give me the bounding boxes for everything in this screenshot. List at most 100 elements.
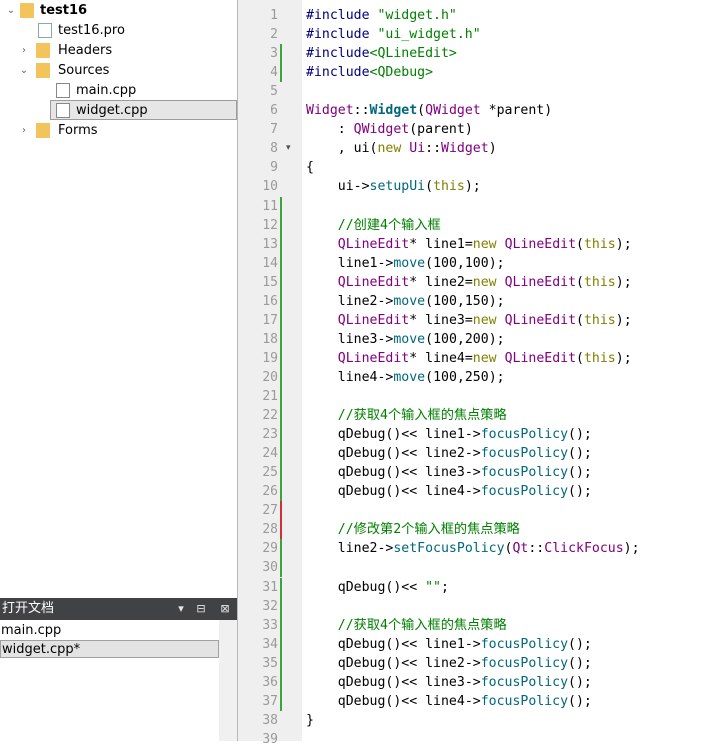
- change-marker: [280, 425, 282, 445]
- line-number: 15: [262, 274, 278, 290]
- code-line[interactable]: : QWidget(parent): [306, 120, 473, 139]
- code-line[interactable]: #include<QDebug>: [306, 63, 433, 82]
- open-doc-main-cpp[interactable]: main.cpp: [0, 622, 61, 640]
- header-folder-icon: [36, 43, 50, 58]
- change-marker: [280, 367, 282, 387]
- line-number: 17: [262, 312, 278, 328]
- code-line[interactable]: qDebug()<< line3->focusPolicy();: [306, 673, 592, 692]
- code-line[interactable]: qDebug()<< line4->focusPolicy();: [306, 482, 592, 501]
- line-number: 27: [262, 503, 278, 519]
- line-number: 19: [262, 350, 278, 366]
- project-panel: ⌄ test16 test16.pro › Headers ⌄ Sources …: [0, 0, 237, 741]
- widget-cpp-label: widget.cpp: [76, 103, 148, 118]
- code-line[interactable]: QLineEdit* line3=new QLineEdit(this);: [306, 311, 632, 330]
- line-number: 28: [262, 522, 278, 538]
- qt-project-file-icon: [38, 23, 52, 38]
- code-line[interactable]: qDebug()<< line4->focusPolicy();: [306, 692, 592, 711]
- line-number: 39: [262, 731, 278, 747]
- headers-label: Headers: [58, 43, 113, 58]
- chevron-right-icon[interactable]: ›: [18, 121, 30, 140]
- code-line[interactable]: qDebug()<< line2->focusPolicy();: [306, 444, 592, 463]
- change-marker: [280, 348, 282, 368]
- chevron-right-icon[interactable]: ›: [18, 41, 30, 60]
- line-number: 7: [270, 122, 278, 138]
- code-line[interactable]: , ui(new Ui::Widget): [306, 139, 497, 158]
- code-line[interactable]: line2->setFocusPolicy(Qt::ClickFocus);: [306, 539, 640, 558]
- code-line[interactable]: line1->move(100,100);: [306, 254, 505, 273]
- change-marker: [280, 691, 282, 711]
- dropdown-icon[interactable]: ▾: [174, 598, 188, 620]
- tree-item-widget-cpp[interactable]: widget.cpp: [50, 100, 237, 120]
- code-line[interactable]: #include "widget.h": [306, 6, 457, 25]
- code-line[interactable]: //修改第2个输入框的焦点策略: [306, 520, 520, 539]
- open-documents-title: 打开文档: [2, 601, 55, 616]
- code-line[interactable]: line3->move(100,200);: [306, 330, 505, 349]
- project-tree: ⌄ test16 test16.pro › Headers ⌄ Sources …: [0, 0, 237, 590]
- change-marker: [280, 520, 282, 540]
- line-number: 3: [270, 46, 278, 62]
- close-panel-icon[interactable]: ⊠: [217, 598, 233, 620]
- change-marker: [280, 291, 282, 311]
- forms-folder-icon: [36, 123, 50, 138]
- open-doc-widget-cpp[interactable]: widget.cpp*: [0, 640, 219, 658]
- code-line[interactable]: QLineEdit* line1=new QLineEdit(this);: [306, 235, 632, 254]
- line-number: 20: [262, 369, 278, 385]
- split-icon[interactable]: ⊟: [193, 598, 209, 620]
- code-line[interactable]: #include "ui_widget.h": [306, 25, 481, 44]
- code-line[interactable]: qDebug()<< line1->focusPolicy();: [306, 635, 592, 654]
- chevron-down-icon[interactable]: ⌄: [5, 1, 17, 20]
- tree-item-forms[interactable]: › Forms: [0, 121, 237, 140]
- main-cpp-label: main.cpp: [76, 83, 137, 98]
- chevron-down-icon[interactable]: ⌄: [18, 61, 30, 80]
- change-marker: [280, 596, 282, 616]
- code-line[interactable]: }: [306, 711, 314, 730]
- cpp-file-icon: [56, 103, 70, 118]
- change-marker: [280, 387, 282, 406]
- code-line[interactable]: qDebug()<< "";: [306, 578, 449, 597]
- change-marker: [280, 406, 282, 426]
- code-line[interactable]: QLineEdit* line2=new QLineEdit(this);: [306, 273, 632, 292]
- line-number: 4: [270, 65, 278, 81]
- line-number: 18: [262, 331, 278, 347]
- sources-label: Sources: [58, 63, 110, 78]
- change-marker: [280, 444, 282, 464]
- code-line[interactable]: line2->move(100,150);: [306, 292, 505, 311]
- change-marker: [280, 482, 282, 502]
- forms-label: Forms: [58, 123, 98, 138]
- code-line[interactable]: line4->move(100,250);: [306, 368, 505, 387]
- line-number: 11: [262, 198, 278, 214]
- code-line[interactable]: qDebug()<< line1->focusPolicy();: [306, 425, 592, 444]
- code-line[interactable]: {: [306, 158, 314, 177]
- line-number: 14: [262, 255, 278, 271]
- line-number: 13: [262, 236, 278, 252]
- tree-item-project[interactable]: ⌄ test16: [0, 1, 237, 20]
- tree-item-pro-file[interactable]: test16.pro: [0, 21, 237, 40]
- folder-icon: [20, 3, 34, 18]
- code-line[interactable]: qDebug()<< line3->focusPolicy();: [306, 463, 592, 482]
- code-line[interactable]: Widget::Widget(QWidget *parent): [306, 101, 552, 120]
- change-marker: [280, 501, 282, 521]
- code-line[interactable]: ui->setupUi(this);: [306, 177, 481, 196]
- open-documents-header: 打开文档 ▾ ⊟ ⊠: [0, 598, 237, 620]
- code-line[interactable]: QLineEdit* line4=new QLineEdit(this);: [306, 349, 632, 368]
- tree-item-sources[interactable]: ⌄ Sources: [0, 61, 237, 80]
- code-line[interactable]: //获取4个输入框的焦点策略: [306, 406, 507, 425]
- cpp-file-icon: [56, 83, 70, 98]
- tree-item-main-cpp[interactable]: main.cpp: [0, 81, 237, 100]
- code-line[interactable]: #include<QLineEdit>: [306, 44, 457, 63]
- code-line[interactable]: qDebug()<< line2->focusPolicy();: [306, 654, 592, 673]
- line-number: 5: [270, 84, 278, 100]
- pro-file-label: test16.pro: [58, 23, 125, 38]
- open-documents-scrollbar[interactable]: [219, 620, 237, 741]
- line-number: 1: [270, 8, 278, 23]
- fold-arrow-icon[interactable]: ▾: [286, 139, 296, 158]
- line-number: 21: [262, 389, 278, 404]
- line-number: 38: [262, 712, 278, 728]
- line-number: 2: [270, 27, 278, 43]
- code-line[interactable]: //创建4个输入框: [306, 216, 441, 235]
- line-number: 33: [262, 617, 278, 633]
- line-number: 24: [262, 446, 278, 462]
- change-marker: [280, 329, 282, 349]
- code-line[interactable]: //获取4个输入框的焦点策略: [306, 616, 507, 635]
- tree-item-headers[interactable]: › Headers: [0, 41, 237, 60]
